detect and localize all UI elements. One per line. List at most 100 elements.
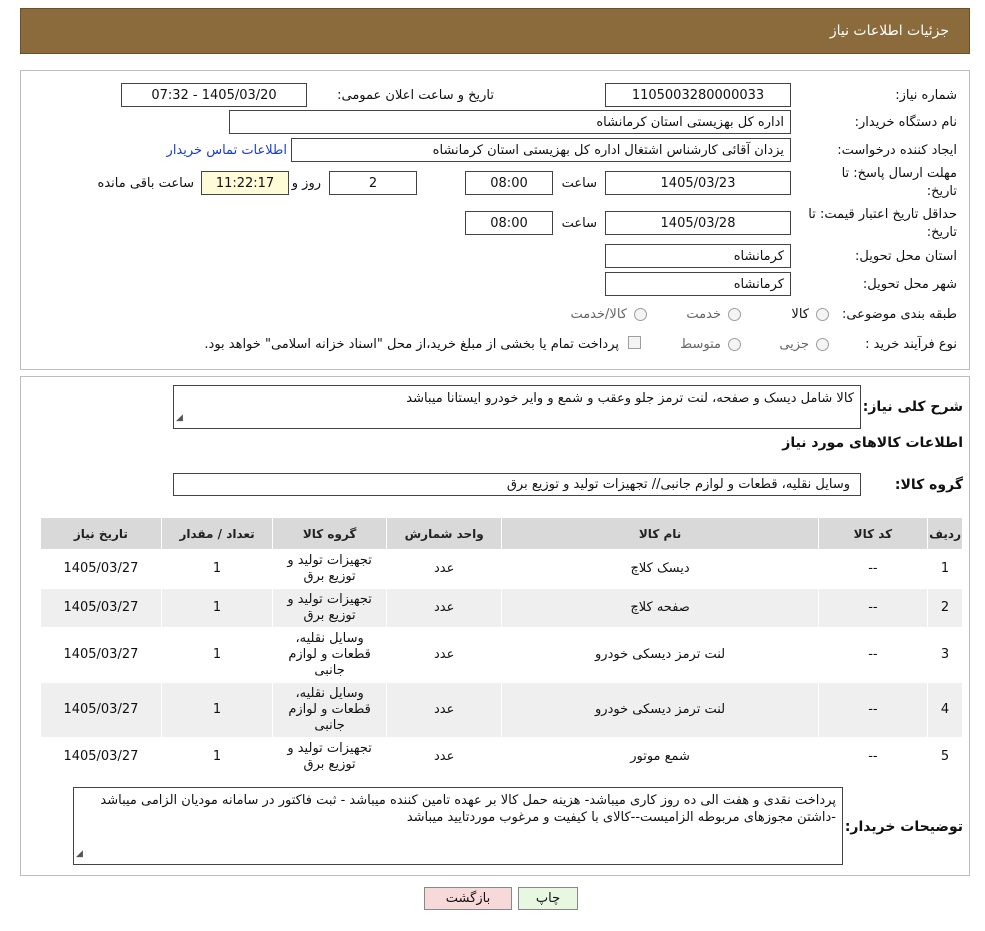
days-label: روز و xyxy=(291,176,321,191)
table-row: 4 -- لنت ترمز دیسکی خودرو عدد وسایل نقلی… xyxy=(40,682,963,738)
cell-code: -- xyxy=(817,682,929,738)
buyer-notes-textarea[interactable]: پرداخت نقدی و هفت الی ده روز کاری میباشد… xyxy=(73,787,843,865)
goods-group-field: وسایل نقلیه، قطعات و لوازم جانبی// تجهیز… xyxy=(173,473,861,496)
table-row: 5 -- شمع موتور عدد تجهیزات تولید و توزیع… xyxy=(40,737,963,777)
resize-grip-icon: ◢ xyxy=(76,849,83,859)
cell-qty: 1 xyxy=(160,627,274,683)
province-field: کرمانشاه xyxy=(605,244,791,268)
process-type-label: نوع فرآیند خرید : xyxy=(865,337,957,352)
cell-unit: عدد xyxy=(385,588,503,628)
creator-field: یزدان آقائی کارشناس اشتغال اداره کل بهزی… xyxy=(291,138,791,162)
cell-group: تجهیزات تولید و توزیع برق xyxy=(272,737,387,777)
announce-label: تاریخ و ساعت اعلان عمومی: xyxy=(337,88,494,103)
col-date: تاریخ نیاز xyxy=(40,517,162,550)
remaining-label: ساعت باقی مانده xyxy=(97,176,194,191)
cell-date: 1405/03/27 xyxy=(40,682,162,738)
col-unit: واحد شمارش xyxy=(385,517,503,550)
treasury-checkbox[interactable] xyxy=(628,336,641,349)
buyer-contact-link[interactable]: اطلاعات تماس خریدار xyxy=(167,143,287,158)
cell-row: 2 xyxy=(927,588,963,628)
cell-unit: عدد xyxy=(385,682,503,738)
goods-table: ردیف کد کالا نام کالا واحد شمارش گروه کا… xyxy=(40,517,963,777)
table-header-row: ردیف کد کالا نام کالا واحد شمارش گروه کا… xyxy=(40,517,963,550)
cell-unit: عدد xyxy=(385,549,503,589)
cell-name: لنت ترمز دیسکی خودرو xyxy=(501,627,819,683)
cell-qty: 1 xyxy=(160,737,274,777)
need-details-panel: شرح کلی نیاز: کالا شامل دیسک و صفحه، لنت… xyxy=(20,376,970,876)
print-button[interactable]: چاپ xyxy=(518,887,578,910)
col-code: کد کالا xyxy=(817,517,929,550)
deadline-date-field: 1405/03/23 xyxy=(605,171,791,195)
buyer-org-label: نام دستگاه خریدار: xyxy=(854,115,957,130)
province-label: استان محل تحویل: xyxy=(855,249,957,264)
need-info-panel: شماره نیاز: 1105003280000033 تاریخ و ساع… xyxy=(20,70,970,370)
category-radio-goods-service[interactable] xyxy=(634,308,647,321)
cell-qty: 1 xyxy=(160,682,274,738)
days-remaining-field: 2 xyxy=(329,171,417,195)
cell-name: صفحه کلاچ xyxy=(501,588,819,628)
treasury-note: پرداخت تمام یا بخشی از مبلغ خرید،از محل … xyxy=(204,337,619,352)
creator-label: ایجاد کننده درخواست: xyxy=(837,143,957,158)
table-row: 3 -- لنت ترمز دیسکی خودرو عدد وسایل نقلی… xyxy=(40,627,963,683)
process-option-minor: جزیی xyxy=(779,337,809,352)
col-row: ردیف xyxy=(927,517,963,550)
process-radio-minor[interactable] xyxy=(816,338,829,351)
buyer-org-field: اداره کل بهزیستی استان کرمانشاه xyxy=(229,110,791,134)
summary-label: شرح کلی نیاز: xyxy=(862,399,963,415)
buyer-notes-text: پرداخت نقدی و هفت الی ده روز کاری میباشد… xyxy=(100,793,836,825)
cell-name: دیسک کلاچ xyxy=(501,549,819,589)
cell-name: شمع موتور xyxy=(501,737,819,777)
cell-code: -- xyxy=(817,549,929,589)
goods-info-title: اطلاعات کالاهای مورد نیاز xyxy=(782,435,963,451)
need-number-label: شماره نیاز: xyxy=(895,88,957,103)
page-header: جزئیات اطلاعات نیاز xyxy=(20,8,970,54)
deadline-label: مهلت ارسال پاسخ: تا xyxy=(841,166,957,181)
col-group: گروه کالا xyxy=(272,517,387,550)
cell-unit: عدد xyxy=(385,737,503,777)
cell-row: 4 xyxy=(927,682,963,738)
cell-unit: عدد xyxy=(385,627,503,683)
goods-group-value: وسایل نقلیه، قطعات و لوازم جانبی// تجهیز… xyxy=(506,477,850,492)
goods-group-label: گروه کالا: xyxy=(894,477,963,493)
deadline-time-field: 08:00 xyxy=(465,171,553,195)
cell-row: 5 xyxy=(927,737,963,777)
summary-textarea[interactable]: کالا شامل دیسک و صفحه، لنت ترمز جلو وعقب… xyxy=(173,385,861,429)
col-name: نام کالا xyxy=(501,517,819,550)
category-option-goods: کالا xyxy=(791,307,809,322)
city-label: شهر محل تحویل: xyxy=(862,277,957,292)
category-radio-goods[interactable] xyxy=(816,308,829,321)
cell-date: 1405/03/27 xyxy=(40,737,162,777)
col-qty: تعداد / مقدار xyxy=(160,517,274,550)
cell-row: 1 xyxy=(927,549,963,589)
cell-row: 3 xyxy=(927,627,963,683)
deadline-label-date: تاریخ: xyxy=(926,184,957,199)
page-title: جزئیات اطلاعات نیاز xyxy=(829,23,949,39)
cell-group: وسایل نقلیه، قطعات و لوازم جانبی xyxy=(272,682,387,738)
cell-code: -- xyxy=(817,627,929,683)
cell-name: لنت ترمز دیسکی خودرو xyxy=(501,682,819,738)
validity-time-label: ساعت xyxy=(561,216,597,231)
cell-qty: 1 xyxy=(160,588,274,628)
city-field: کرمانشاه xyxy=(605,272,791,296)
buyer-notes-label: توضیحات خریدار: xyxy=(844,819,963,835)
cell-code: -- xyxy=(817,737,929,777)
deadline-time-label: ساعت xyxy=(561,176,597,191)
category-option-service: خدمت xyxy=(686,307,721,322)
process-option-medium: متوسط xyxy=(680,337,721,352)
process-radio-medium[interactable] xyxy=(728,338,741,351)
cell-group: تجهیزات تولید و توزیع برق xyxy=(272,549,387,589)
summary-text: کالا شامل دیسک و صفحه، لنت ترمز جلو وعقب… xyxy=(406,391,854,406)
back-button[interactable]: بازگشت xyxy=(424,887,512,910)
cell-date: 1405/03/27 xyxy=(40,588,162,628)
validity-date-field: 1405/03/28 xyxy=(605,211,791,235)
cell-group: وسایل نقلیه، قطعات و لوازم جانبی xyxy=(272,627,387,683)
announce-datetime-field: 1405/03/20 - 07:32 xyxy=(121,83,307,107)
table-row: 2 -- صفحه کلاچ عدد تجهیزات تولید و توزیع… xyxy=(40,588,963,628)
category-radio-service[interactable] xyxy=(728,308,741,321)
cell-code: -- xyxy=(817,588,929,628)
cell-group: تجهیزات تولید و توزیع برق xyxy=(272,588,387,628)
validity-label: حداقل تاریخ اعتبار قیمت: تا xyxy=(808,207,957,222)
cell-date: 1405/03/27 xyxy=(40,627,162,683)
category-option-goods-service: کالا/خدمت xyxy=(570,307,627,322)
resize-grip-icon: ◢ xyxy=(176,413,183,423)
